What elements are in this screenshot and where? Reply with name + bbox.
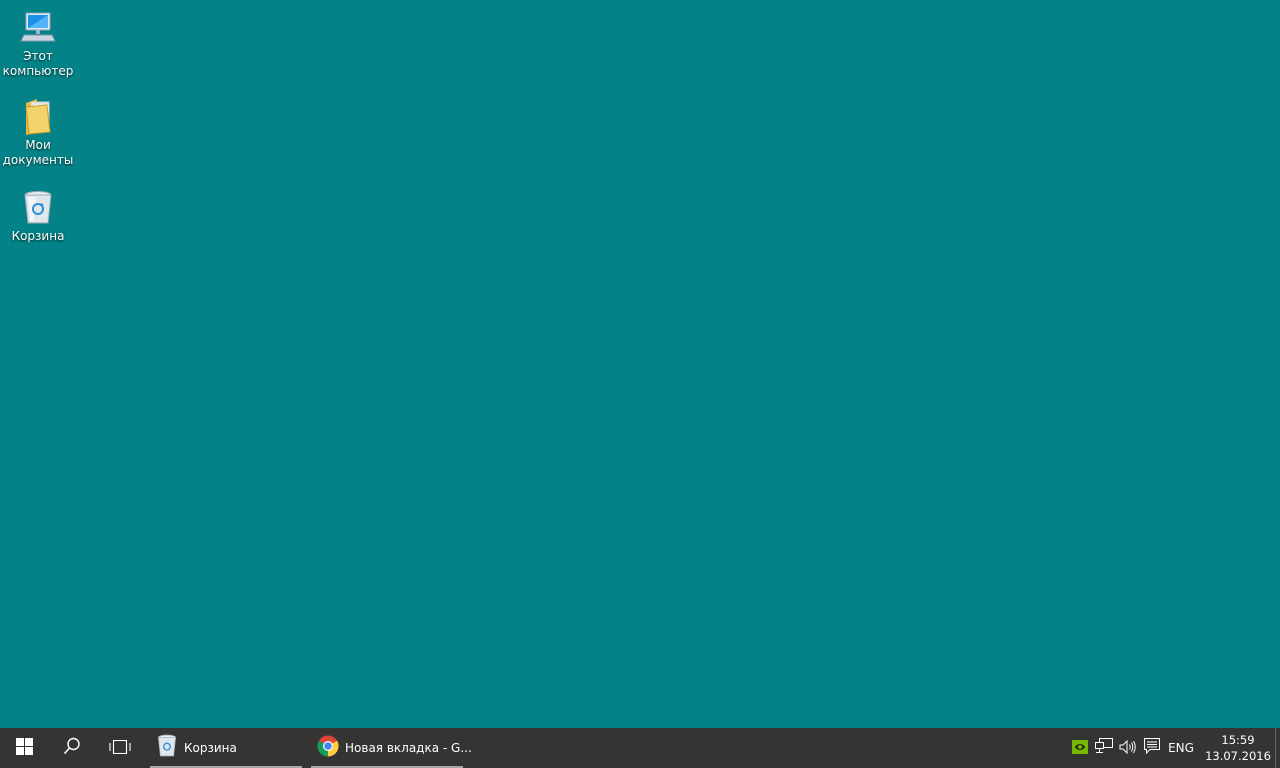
taskbar-app-label: Корзина (184, 741, 237, 755)
desktop[interactable]: Этот компьютер Мои документы Корзина (0, 0, 1280, 728)
desktop-icon-this-pc[interactable]: Этот компьютер (2, 8, 74, 79)
taskbar-clock[interactable]: 15:59 13.07.2016 (1202, 728, 1274, 768)
search-button[interactable] (48, 728, 96, 768)
desktop-icon-label: Мои документы (2, 138, 74, 167)
desktop-icon-my-documents[interactable]: Мои документы (2, 97, 74, 168)
tray-nvidia[interactable] (1068, 728, 1092, 768)
search-icon (63, 737, 81, 759)
taskbar-app-label: Новая вкладка - G... (345, 741, 472, 755)
desktop-icon-label: Этот компьютер (2, 49, 74, 78)
chrome-icon (317, 735, 339, 761)
clock-date: 13.07.2016 (1205, 749, 1271, 763)
show-desktop-button[interactable] (1275, 728, 1280, 768)
taskbar-app-chrome[interactable]: Новая вкладка - G... (311, 728, 472, 768)
folder-icon (18, 97, 58, 137)
desktop-icon-recycle-bin[interactable]: Корзина (2, 188, 74, 244)
start-button[interactable] (0, 728, 48, 768)
nvidia-icon (1072, 739, 1088, 758)
tray-volume[interactable] (1116, 728, 1140, 768)
tray-language[interactable]: ENG (1164, 728, 1198, 768)
task-view-button[interactable] (96, 728, 144, 768)
computer-icon (18, 8, 58, 48)
tray-action-center[interactable] (1140, 728, 1164, 768)
task-view-icon (109, 739, 131, 758)
action-center-icon (1144, 738, 1160, 758)
network-icon (1095, 738, 1113, 758)
taskbar-app-recycle-bin[interactable]: Корзина (150, 728, 302, 768)
clock-time: 15:59 (1221, 733, 1255, 747)
volume-icon (1119, 739, 1137, 758)
recycle-bin-icon (18, 188, 58, 228)
desktop-icon-label: Корзина (11, 229, 65, 243)
windows-logo-icon (15, 737, 33, 759)
language-indicator: ENG (1168, 741, 1194, 755)
recycle-bin-icon (156, 734, 178, 762)
tray-network[interactable] (1092, 728, 1116, 768)
taskbar: Корзина Новая вкладка - G... ENG 15:59 1… (0, 728, 1280, 768)
